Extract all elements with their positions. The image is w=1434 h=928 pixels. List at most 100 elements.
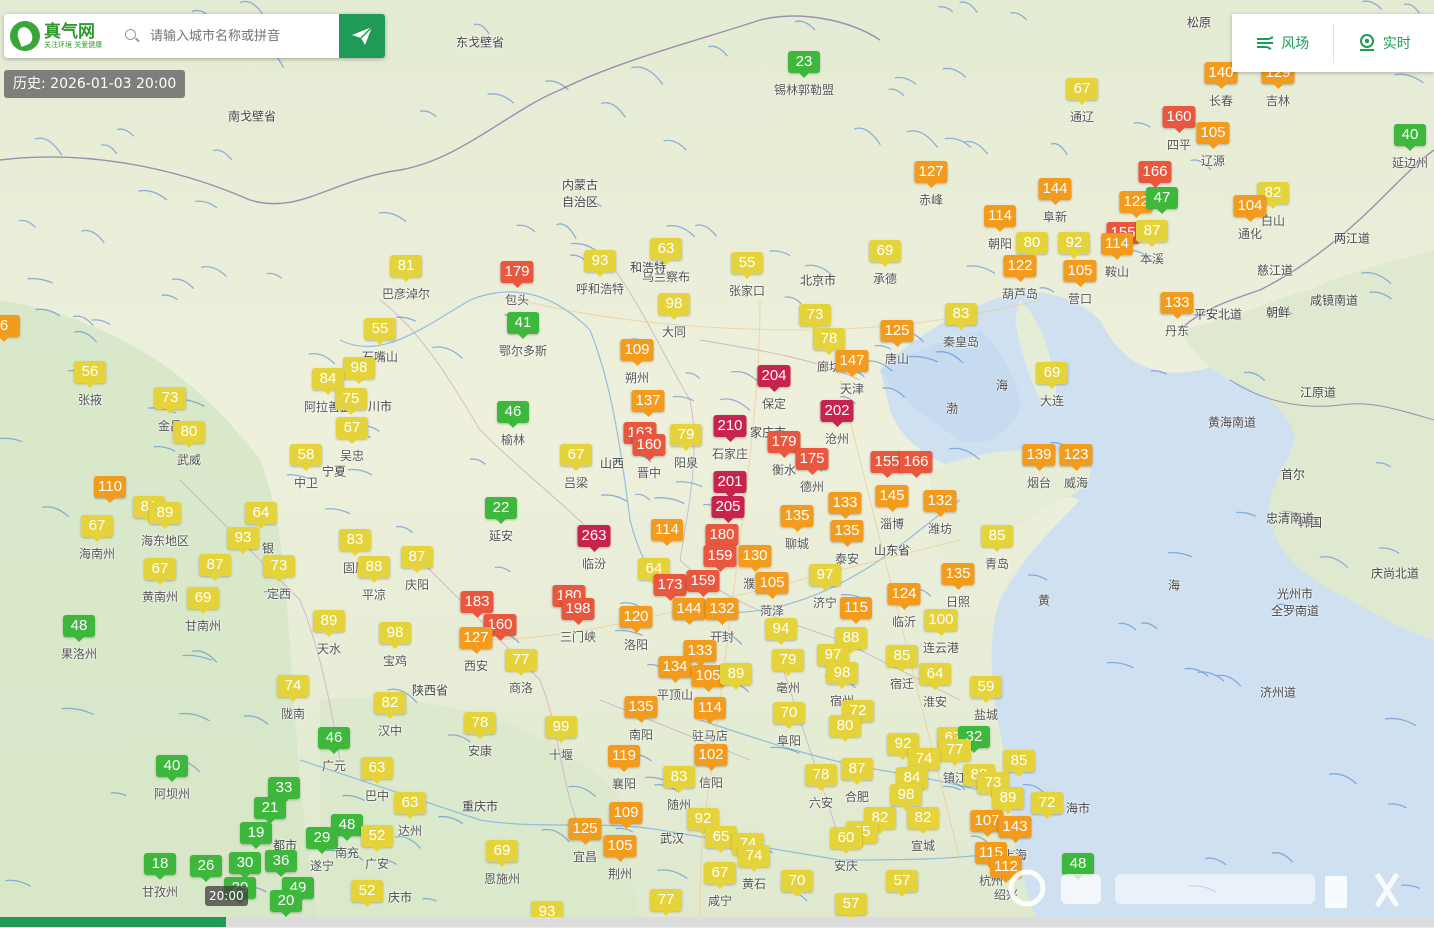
aqi-marker[interactable]: 67 — [1066, 78, 1098, 105]
aqi-marker[interactable]: 105 — [755, 572, 788, 599]
aqi-marker[interactable]: 74 — [738, 845, 770, 872]
aqi-marker[interactable]: 109 — [609, 802, 642, 829]
aqi-marker[interactable]: 135 — [624, 696, 657, 723]
aqi-marker[interactable]: 83 — [663, 766, 695, 793]
aqi-marker[interactable]: 127 — [459, 627, 492, 654]
aqi-marker[interactable]: 55 — [364, 318, 396, 345]
aqi-marker[interactable]: 63 — [650, 238, 682, 265]
app-logo[interactable]: 真气网 关注环境 关爱健康 — [4, 14, 114, 58]
aqi-marker[interactable]: 132 — [705, 598, 738, 625]
aqi-marker[interactable]: 82 — [374, 692, 406, 719]
aqi-marker[interactable]: 114 — [1101, 233, 1133, 260]
aqi-marker[interactable]: 57 — [886, 870, 918, 897]
aqi-marker[interactable]: 127 — [914, 161, 947, 188]
aqi-marker[interactable]: 64 — [919, 663, 951, 690]
aqi-marker[interactable]: 133 — [828, 492, 861, 519]
aqi-marker[interactable]: 70 — [781, 870, 813, 897]
aqi-marker[interactable]: 132 — [923, 490, 956, 517]
aqi-marker[interactable]: 114 — [694, 697, 726, 724]
wind-field-button[interactable]: 风场 — [1232, 14, 1333, 72]
aqi-marker[interactable]: 67 — [81, 515, 113, 542]
aqi-marker[interactable]: 46 — [318, 727, 350, 754]
aqi-marker[interactable]: 19 — [240, 822, 272, 849]
aqi-marker[interactable]: 137 — [631, 390, 664, 417]
aqi-marker[interactable]: 119 — [608, 745, 640, 772]
aqi-marker[interactable]: 159 — [686, 570, 719, 597]
aqi-marker[interactable]: 46 — [497, 401, 529, 428]
aqi-marker[interactable]: 77 — [939, 739, 971, 766]
aqi-marker[interactable]: 58 — [290, 444, 322, 471]
aqi-marker[interactable]: 74 — [277, 675, 309, 702]
aqi-marker[interactable]: 72 — [1031, 792, 1063, 819]
aqi-marker[interactable]: 104 — [1233, 195, 1266, 222]
aqi-marker[interactable]: 67 — [560, 444, 592, 471]
aqi-marker[interactable]: 114 — [651, 519, 683, 546]
aqi-marker[interactable]: 41 — [507, 312, 539, 339]
aqi-marker[interactable]: 80 — [173, 421, 205, 448]
aqi-marker[interactable]: 83 — [339, 529, 371, 556]
aqi-marker[interactable]: 78 — [805, 764, 837, 791]
aqi-marker[interactable]: 67 — [144, 558, 176, 585]
aqi-marker[interactable]: 134 — [658, 656, 691, 683]
aqi-marker[interactable]: 125 — [568, 818, 601, 845]
aqi-marker[interactable]: 63 — [394, 792, 426, 819]
aqi-marker[interactable]: 52 — [351, 880, 383, 907]
aqi-marker[interactable]: 87 — [401, 546, 433, 573]
aqi-marker[interactable]: 124 — [887, 583, 920, 610]
aqi-marker[interactable]: 205 — [711, 496, 744, 523]
aqi-marker[interactable]: 89 — [149, 502, 181, 529]
search-submit-button[interactable] — [339, 14, 385, 58]
aqi-marker[interactable]: 102 — [694, 744, 727, 771]
aqi-marker[interactable]: 144 — [1038, 178, 1071, 205]
aqi-marker[interactable]: 133 — [1160, 292, 1193, 319]
aqi-marker[interactable]: 139 — [1022, 444, 1055, 471]
aqi-marker[interactable]: 115 — [840, 597, 872, 624]
aqi-marker[interactable]: 98 — [826, 662, 858, 689]
aqi-marker[interactable]: 122 — [1003, 255, 1036, 282]
aqi-marker[interactable]: 59 — [970, 676, 1002, 703]
aqi-marker[interactable]: 87 — [841, 758, 873, 785]
aqi-marker[interactable]: 75 — [335, 388, 367, 415]
aqi-marker[interactable]: 179 — [500, 261, 533, 288]
aqi-marker[interactable]: 78 — [464, 712, 496, 739]
aqi-marker[interactable]: 87 — [199, 554, 231, 581]
aqi-marker[interactable]: 70 — [773, 702, 805, 729]
aqi-marker[interactable]: 93 — [227, 527, 259, 554]
aqi-marker[interactable]: 23 — [788, 51, 820, 78]
aqi-marker[interactable]: 173 — [653, 574, 686, 601]
aqi-marker[interactable]: 89 — [720, 663, 752, 690]
aqi-marker[interactable]: 263 — [577, 525, 610, 552]
aqi-marker[interactable]: 77 — [650, 889, 682, 916]
aqi-marker[interactable]: 73 — [263, 555, 295, 582]
aqi-marker[interactable]: 56 — [74, 361, 106, 388]
aqi-marker[interactable]: 83 — [945, 303, 977, 330]
aqi-marker[interactable]: 125 — [880, 320, 913, 347]
aqi-marker[interactable]: 93 — [584, 250, 616, 277]
aqi-marker[interactable]: 79 — [772, 649, 804, 676]
aqi-marker[interactable]: 69 — [1036, 362, 1068, 389]
aqi-marker[interactable]: 29 — [306, 827, 338, 854]
aqi-marker[interactable]: 105 — [603, 835, 636, 862]
aqi-marker[interactable]: 160 — [632, 434, 665, 461]
aqi-marker[interactable]: 166 — [1138, 161, 1171, 188]
aqi-marker[interactable]: 201 — [713, 471, 746, 498]
aqi-marker[interactable]: 69 — [187, 587, 219, 614]
aqi-marker[interactable]: 77 — [505, 649, 537, 676]
aqi-marker[interactable]: 55 — [731, 252, 763, 279]
aqi-marker[interactable]: 135 — [780, 505, 813, 532]
aqi-marker[interactable]: 143 — [998, 816, 1031, 843]
aqi-marker[interactable]: 204 — [757, 365, 790, 392]
aqi-marker[interactable]: 109 — [620, 339, 653, 366]
aqi-marker[interactable]: 92 — [1058, 232, 1090, 259]
aqi-marker[interactable]: 69 — [869, 240, 901, 267]
aqi-marker[interactable]: 82 — [907, 807, 939, 834]
aqi-marker[interactable]: 100 — [924, 609, 957, 636]
aqi-marker[interactable]: 105 — [1196, 122, 1229, 149]
aqi-marker[interactable]: 18 — [144, 853, 176, 880]
aqi-marker[interactable]: 175 — [795, 448, 828, 475]
aqi-marker[interactable]: 85 — [886, 645, 918, 672]
aqi-marker[interactable]: 166 — [899, 451, 932, 478]
aqi-marker[interactable]: 40 — [156, 755, 188, 782]
aqi-marker[interactable]: 47 — [1146, 187, 1178, 214]
aqi-marker[interactable]: 36 — [265, 850, 297, 877]
